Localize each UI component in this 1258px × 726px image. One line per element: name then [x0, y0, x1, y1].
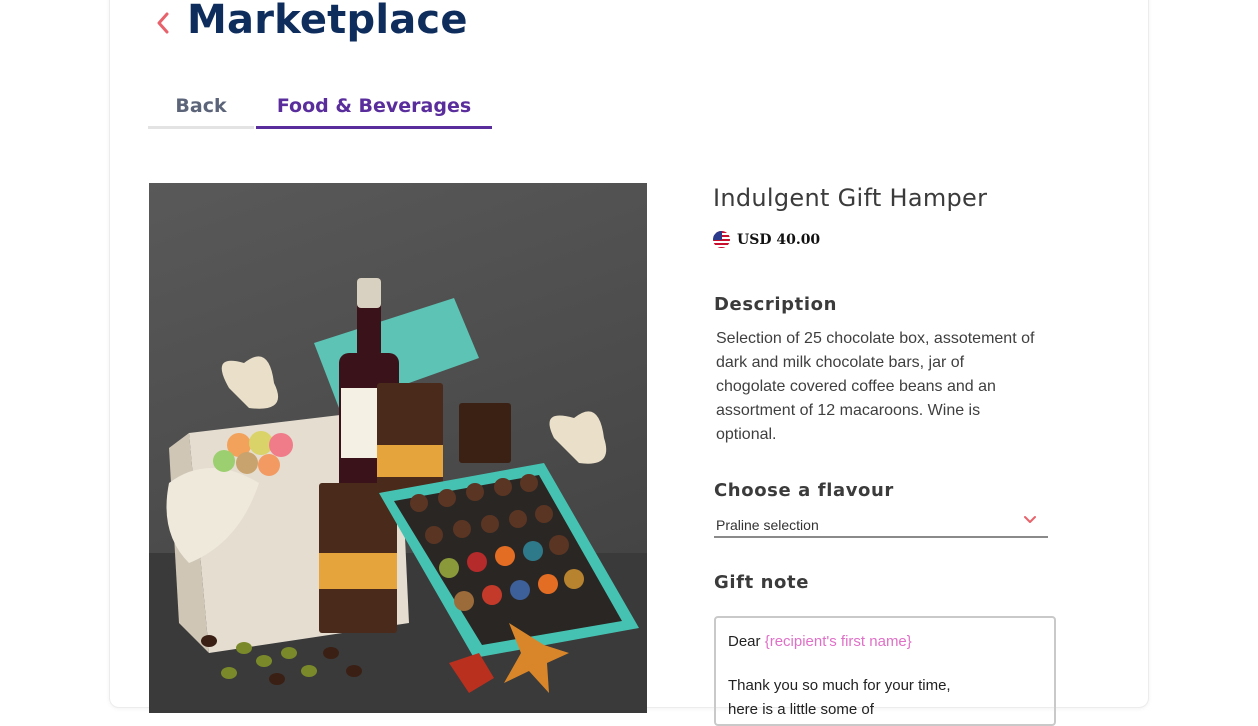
tab-back[interactable]: Back [148, 86, 254, 129]
gift-note-heading: Gift note [714, 572, 810, 593]
price-row: USD 40.00 [713, 231, 820, 248]
back-chevron-icon[interactable] [150, 8, 176, 38]
description-text: Selection of 25 chocolate box, assotemen… [716, 330, 1035, 443]
product-name: Indulgent Gift Hamper [713, 184, 988, 212]
gift-note-line: Thank you so much for your time, [728, 677, 951, 694]
gift-note-greeting-line: Dear {recipient's first name} [728, 633, 912, 650]
flavour-selected-value: Praline selection [716, 517, 819, 533]
recipient-name-token: {recipient's first name} [764, 633, 912, 650]
tab-food-beverages[interactable]: Food & Beverages [256, 86, 492, 129]
price: USD 40.00 [737, 231, 821, 248]
gift-note-line-partial: here is a little some of [728, 701, 874, 718]
description-heading: Description [714, 294, 838, 315]
tab-bar: Back Food & Beverages [148, 86, 492, 132]
flavour-dropdown[interactable]: Praline selection [714, 512, 1048, 538]
gift-note-line3: here is a little [728, 701, 817, 718]
us-flag-icon [713, 231, 730, 248]
flavour-heading: Choose a flavour [714, 480, 894, 501]
page-title: Marketplace [187, 0, 468, 43]
chevron-down-icon [1024, 516, 1036, 523]
gift-note-textarea[interactable]: Dear {recipient's first name} Thank you … [714, 616, 1056, 726]
gift-note-greeting: Dear [728, 633, 761, 650]
product-image [149, 183, 647, 713]
gift-note-line3-more: some of [820, 701, 874, 718]
